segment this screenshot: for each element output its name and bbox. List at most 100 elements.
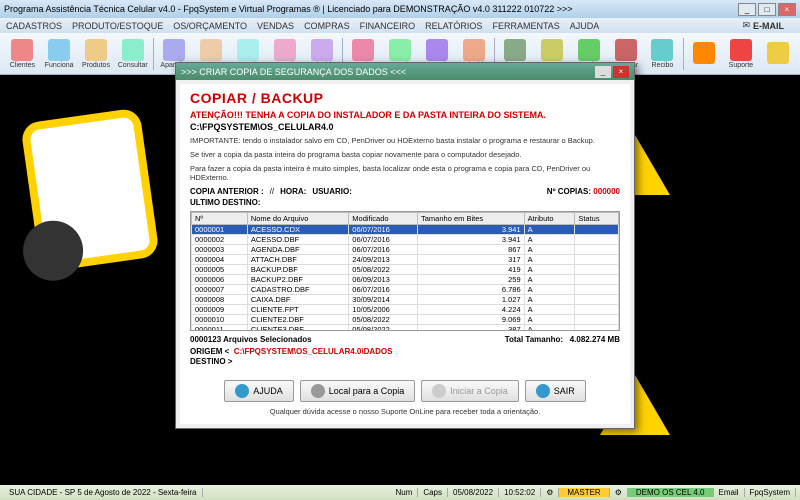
dialog-title: >>> CRIAR COPIA DE SEGURANÇA DOS DADOS <… xyxy=(181,67,406,77)
table-row[interactable]: 0000003AGENDA.DBF06/07/2016867A xyxy=(192,245,619,255)
sair-button[interactable]: SAIR xyxy=(525,380,586,402)
dialog-footer-note: Qualquer dúvida acesse o nosso Suporte O… xyxy=(190,407,620,416)
toolbar-button[interactable] xyxy=(687,35,722,73)
ultimo-destino-label: ULTIMO DESTINO: xyxy=(190,198,261,207)
iniciar-copia-button[interactable]: Iniciar a Copia xyxy=(421,380,519,402)
toolbar-button[interactable]: Produtos xyxy=(79,35,114,73)
table-row[interactable]: 0000001ACESSO.CDX06/07/20163.941A xyxy=(192,225,619,235)
check-icon xyxy=(432,384,446,398)
toolbar-label: Funciona xyxy=(45,62,74,69)
dialog-heading: COPIAR / BACKUP xyxy=(190,90,620,106)
toolbar-icon xyxy=(389,39,411,61)
dialog-warning: ATENÇÃO!!! TENHA A COPIA DO INSTALADOR E… xyxy=(190,110,620,120)
menu-item[interactable]: CADASTROS xyxy=(6,21,62,31)
table-row[interactable]: 0000009CLIENTE.FPT10/05/20064.224A xyxy=(192,305,619,315)
column-header[interactable]: Tamanho em Bites xyxy=(418,213,525,225)
window-titlebar: Programa Assistência Técnica Celular v4.… xyxy=(0,0,800,18)
phone-repair-icon xyxy=(20,107,160,272)
maximize-button[interactable]: □ xyxy=(758,3,776,16)
status-icon: ⚙ xyxy=(610,488,628,497)
toolbar-label: Suporte xyxy=(729,62,754,69)
table-row[interactable]: 0000011CLIENTE3.DBF05/08/2022387A xyxy=(192,325,619,332)
ajuda-button[interactable]: AJUDA xyxy=(224,380,294,402)
dialog-close[interactable]: × xyxy=(613,66,629,78)
toolbar-icon xyxy=(11,39,33,61)
toolbar-icon xyxy=(693,42,715,64)
status-location: SUA CIDADE - SP 5 de Agosto de 2022 - Se… xyxy=(4,488,203,497)
menu-item[interactable]: FERRAMENTAS xyxy=(492,21,559,31)
table-row[interactable]: 0000006BACKUP2.DBF06/09/2013259A xyxy=(192,275,619,285)
usuario-label: USUARIO: xyxy=(312,187,352,196)
table-row[interactable]: 0000007CADASTRO.DBF06/07/20166.786A xyxy=(192,285,619,295)
backup-dialog: >>> CRIAR COPIA DE SEGURANÇA DOS DADOS <… xyxy=(175,62,635,429)
toolbar-icon xyxy=(237,39,259,61)
status-caps: Caps xyxy=(418,488,448,497)
ncopias-value: 000000 xyxy=(593,187,620,196)
minimize-button[interactable]: _ xyxy=(738,3,756,16)
dialog-minimize[interactable]: _ xyxy=(595,66,611,78)
column-header[interactable]: Status xyxy=(575,213,619,225)
files-table[interactable]: NºNome do ArquivoModificadoTamanho em Bi… xyxy=(190,211,620,331)
status-email[interactable]: Email xyxy=(714,488,745,497)
column-header[interactable]: Modificado xyxy=(349,213,418,225)
status-time: 10:52:02 xyxy=(499,488,541,497)
toolbar-label: Recibo xyxy=(652,62,674,69)
toolbar-icon xyxy=(651,39,673,61)
note-text: Se tiver a copia da pasta inteira do pro… xyxy=(190,150,620,160)
menu-item[interactable]: OS/ORÇAMENTO xyxy=(173,21,247,31)
status-num: Num xyxy=(390,488,418,497)
menu-item[interactable]: FINANCEIRO xyxy=(360,21,416,31)
column-header[interactable]: Nº xyxy=(192,213,248,225)
toolbar-button[interactable]: Clientes xyxy=(5,35,40,73)
close-button[interactable]: × xyxy=(778,3,796,16)
status-license: DEMO OS CEL 4.0 xyxy=(628,488,714,497)
toolbar-icon xyxy=(615,39,637,61)
toolbar-icon xyxy=(730,39,752,61)
menu-item[interactable]: COMPRAS xyxy=(304,21,350,31)
toolbar-icon xyxy=(200,39,222,61)
toolbar-button[interactable]: Consultar xyxy=(115,35,150,73)
status-date: 05/08/2022 xyxy=(448,488,499,497)
toolbar-icon xyxy=(767,42,789,64)
table-row[interactable]: 0000005BACKUP.DBF05/08/2022419A xyxy=(192,265,619,275)
menu-item[interactable]: RELATÓRIOS xyxy=(425,21,482,31)
status-user: MASTER xyxy=(559,488,609,497)
table-row[interactable]: 0000002ACESSO.DBF06/07/20163.941A xyxy=(192,235,619,245)
column-header[interactable]: Nome do Arquivo xyxy=(247,213,348,225)
copia-anterior-label: COPIA ANTERIOR : xyxy=(190,187,264,196)
toolbar-icon xyxy=(578,39,600,61)
table-row[interactable]: 0000008CAIXA.DBF30/09/20141.027A xyxy=(192,295,619,305)
column-header[interactable]: Atributo xyxy=(524,213,575,225)
table-row[interactable]: 0000004ATTACH.DBF24/09/2013317A xyxy=(192,255,619,265)
origem-path: C:\FPQSYSTEM\OS_CELULAR4.0\DADOS xyxy=(234,347,393,356)
exit-icon xyxy=(536,384,550,398)
toolbar-icon xyxy=(48,39,70,61)
folder-icon xyxy=(311,384,325,398)
toolbar-label: Produtos xyxy=(82,62,110,69)
note-text: Para fazer a copia da pasta inteira é mu… xyxy=(190,164,620,184)
toolbar-button[interactable]: Recibo xyxy=(645,35,680,73)
app-title: Programa Assistência Técnica Celular v4.… xyxy=(4,4,573,14)
menu-item[interactable]: AJUDA xyxy=(570,21,600,31)
table-row[interactable]: 0000010CLIENTE2.DBF05/08/20229.069A xyxy=(192,315,619,325)
dialog-titlebar: >>> CRIAR COPIA DE SEGURANÇA DOS DADOS <… xyxy=(176,63,634,80)
local-copia-button[interactable]: Local para a Copia xyxy=(300,380,416,402)
ncopias-label: Nº COPIAS: xyxy=(547,187,591,196)
file-count: 0000123 Arquivos Selecionados xyxy=(190,335,312,344)
menu-item[interactable]: VENDAS xyxy=(257,21,294,31)
origem-label: ORIGEM < xyxy=(190,347,229,356)
menubar: CADASTROS PRODUTO/ESTOQUE OS/ORÇAMENTO VEND… xyxy=(0,18,800,33)
toolbar-icon xyxy=(352,39,374,61)
toolbar-icon xyxy=(85,39,107,61)
toolbar-button[interactable]: Funciona xyxy=(42,35,77,73)
copia-anterior-value: // xyxy=(270,187,274,196)
note-text: IMPORTANTE: tendo o instalador salvo em … xyxy=(190,136,620,146)
status-fpq[interactable]: FpqSystem xyxy=(745,488,796,497)
toolbar-label: Consultar xyxy=(118,62,148,69)
menu-item[interactable]: PRODUTO/ESTOQUE xyxy=(72,21,163,31)
toolbar-button[interactable]: Suporte xyxy=(724,35,759,73)
toolbar-icon xyxy=(463,39,485,61)
email-menu[interactable]: ✉ E-MAIL xyxy=(742,20,784,31)
toolbar-button[interactable] xyxy=(760,35,795,73)
toolbar-icon xyxy=(274,39,296,61)
